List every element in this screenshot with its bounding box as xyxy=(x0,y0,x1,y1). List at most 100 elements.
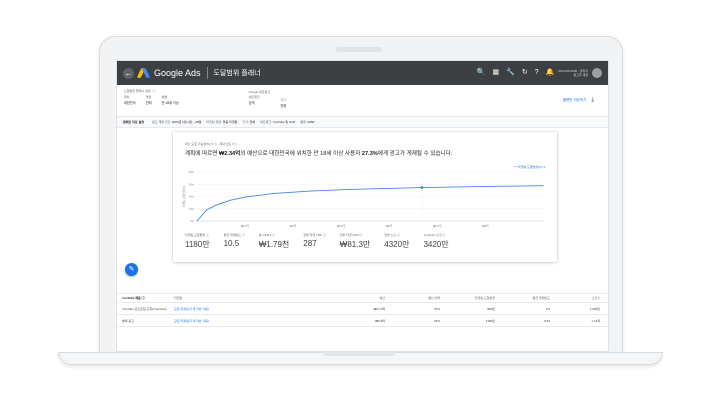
brand-name: Google Ads xyxy=(154,68,201,78)
data-point xyxy=(311,190,313,192)
data-point xyxy=(273,192,275,194)
metric-value: ₩1.79천 xyxy=(258,240,290,249)
avatar[interactable] xyxy=(592,68,602,78)
metric-label: 타겟팅 도달범위 ⓘ xyxy=(185,233,209,237)
device-setting[interactable]: 기기 전체 xyxy=(280,95,286,108)
forecast-headline: 계획에 따르면 ₩2.34억의 예산으로 대한민국에 위치한 만 18세 이상 … xyxy=(185,149,452,157)
table-cell[interactable]: 노출수 최대화 xyxy=(600,303,608,314)
headline-text: 의 예산으로 대한민국에 위치한 만 18세 이상 사용자 xyxy=(240,151,362,157)
x-tick-label: ₩1억 xyxy=(290,224,297,228)
laptop-mockup: ← Google Ads 도달범위 플래너 🔍 ▦ 🔧 ↻? 🔔 000-000-000… xyxy=(0,0,718,409)
account-info[interactable]: 000-000-0000 · 관리자 광고주 계정 xyxy=(558,69,588,77)
forecast-metrics: 타겟팅 도달범위 ⓘ 1180만 평균 게재빈도 ⓘ 10.5 총 CPM ▾ ⓘ ₩1.… xyxy=(185,233,463,250)
save-plan-link[interactable]: 플랜만 저장하기 xyxy=(563,98,587,103)
metric-label: YouTube 인구 ⓘ xyxy=(423,233,446,237)
targeting-panel: 도달범위 플래너 설정 ⓘ 위치 대한민국 연령 전체 성별 만 18세 이상 G… xyxy=(117,85,608,117)
headline-reach: 27.3% xyxy=(361,151,378,157)
refresh-icon[interactable]: ↻ xyxy=(522,69,528,77)
column-header[interactable]: 타겟팅 xyxy=(174,294,259,302)
network-label: 네트워크 xyxy=(248,95,260,99)
metric-selector[interactable]: ━ 타겟팅 도달범위(%) ▾ xyxy=(514,165,545,169)
network-setting[interactable]: Google 네트워크 네트워크 검색 xyxy=(248,90,271,108)
laptop-base-notch xyxy=(323,352,395,356)
data-point xyxy=(350,188,352,190)
metric-value: 1180만 xyxy=(185,240,210,249)
reports-icon[interactable]: ▦ xyxy=(493,69,500,77)
gender-setting[interactable]: 성별 만 18세 이상 xyxy=(162,95,179,108)
reach-curve-line xyxy=(196,185,544,222)
column-header[interactable]: 타겟팅 도달범위 xyxy=(440,294,495,302)
column-header[interactable]: 예산 xyxy=(325,294,385,302)
targeting-section-label: 도달범위 플래너 설정 xyxy=(124,89,151,93)
table-cell: 1,900만 xyxy=(589,306,600,311)
age-setting[interactable]: 연령 전체 xyxy=(146,95,152,108)
product-mix-table: YouTube 제품 ⓘ 타겟팅 예산 예산 비율 타겟팅 도달범위 평균 게재빈도 노출수… xyxy=(117,293,608,327)
data-point xyxy=(244,196,246,198)
table-cell: 1.12억 xyxy=(591,318,600,323)
summary-item-label: 네트워크: xyxy=(260,120,272,124)
metric-label: 평균 게재빈도 ⓘ xyxy=(223,233,245,237)
tools-icon[interactable]: 🔧 xyxy=(506,69,515,77)
campaign-summary-bar[interactable]: 캠페인 목표 설정 광고 게재 기간: 2020년 1월 1일 ~ 28일 타겟팅… xyxy=(117,117,608,128)
location-value: 대한민국 xyxy=(124,101,136,105)
column-header[interactable]: 예산 비율 xyxy=(385,294,440,302)
device-value: 전체 xyxy=(280,104,287,108)
table-cell: ₩17.6억 xyxy=(373,306,385,311)
help-icon-glyph: ? xyxy=(534,69,539,76)
forecast-metric: 타겟팅 도달범위 ⓘ 1180만 xyxy=(185,233,210,250)
location-setting[interactable]: 위치 대한민국 xyxy=(124,95,136,108)
metric-label: 전부 노출 ⓘ xyxy=(384,233,400,237)
page-title: 도달범위 플래너 xyxy=(213,70,261,77)
x-tick-label: ₩3억 xyxy=(482,224,489,228)
help-icon[interactable]: ? xyxy=(535,69,539,77)
column-header[interactable]: 노출수 xyxy=(550,294,600,302)
table-cell: 1180만 xyxy=(485,318,495,323)
headline-budget: ₩2.34억 xyxy=(219,151,241,157)
network-section-label: Google 네트워크 xyxy=(248,90,271,94)
headline-text: 계획에 따르면 xyxy=(185,151,219,157)
column-header[interactable]: 평균 게재빈도 xyxy=(495,294,550,302)
age-value: 전체 xyxy=(145,101,152,105)
data-point xyxy=(215,204,217,206)
edit-plan-button[interactable]: ✎ xyxy=(125,263,138,276)
gender-label: 성별 xyxy=(161,95,168,99)
data-point xyxy=(230,199,232,201)
y-tick-label: 10% xyxy=(189,207,195,211)
table-cell[interactable]: 모든 타겟팅(기계 학습 사용) xyxy=(174,303,259,314)
forecast-options[interactable]: 최소 도달 가능성(%) ▾ ⓘ · 최대 빈도 ▾ ⓘ xyxy=(185,142,238,146)
column-header[interactable]: YouTube 제품 ⓘ xyxy=(122,294,172,302)
x-tick-label: ₩2억 xyxy=(386,224,393,228)
metric-label: 전부 타겟 TRP ⓘ xyxy=(303,233,326,237)
column-header[interactable]: 광고 게재 유형 xyxy=(600,294,608,302)
metric-value: 10.5 xyxy=(223,239,240,248)
download-icon[interactable]: ⤓ xyxy=(591,97,594,104)
location-label: 위치 xyxy=(124,95,130,99)
table-cell[interactable]: 모든 타겟팅(기계 학습 사용) xyxy=(174,315,259,326)
notifications-icon[interactable]: 🔔 xyxy=(546,69,555,77)
header-actions: 🔍 ▦ 🔧 ↻? 🔔 xyxy=(477,69,555,77)
network-value: 검색 xyxy=(248,101,255,105)
table-cell: 9.53 xyxy=(544,318,550,323)
table-cell[interactable]: 노출수 최대화 xyxy=(600,315,608,326)
data-point xyxy=(206,209,208,211)
gender-value: 만 18세 이상 xyxy=(161,101,179,105)
metric-value: 4320만 xyxy=(384,240,410,249)
y-tick-label: 30% xyxy=(189,182,195,186)
header-divider xyxy=(206,67,208,79)
table-row: YouTube 인스트림 조회(TrueView) 모든 타겟팅(기계 학습 사용… xyxy=(117,303,608,315)
back-arrow-icon[interactable]: ← xyxy=(123,67,134,79)
metric-value: ₩81.3만 xyxy=(339,240,371,249)
x-tick-label: ₩2.5억 xyxy=(433,224,442,228)
forecast-metric: 전부 타겟 CPP ⓘ ₩81.3만 xyxy=(340,233,370,250)
summary-lead: 캠페인 목표 설정 xyxy=(123,120,144,124)
x-tick-label: ₩1.5억 xyxy=(337,224,346,228)
x-tick-label: ₩0.5억 xyxy=(241,224,250,228)
table-header-row: YouTube 제품 ⓘ 타겟팅 예산 예산 비율 타겟팅 도달범위 평균 게재빈도 노출수… xyxy=(117,293,608,303)
info-icon[interactable]: ⓘ xyxy=(153,89,156,93)
table-cell: ₩5.8억 xyxy=(375,318,385,323)
data-point xyxy=(388,187,390,189)
summary-item-label: 통화: xyxy=(300,120,307,124)
summary-item-value: 2020년 1월 1일 ~ 28일 xyxy=(171,120,202,124)
search-icon[interactable]: 🔍 xyxy=(477,69,486,77)
forecast-metric: 전부 노출 ⓘ 4320만 xyxy=(384,233,409,250)
